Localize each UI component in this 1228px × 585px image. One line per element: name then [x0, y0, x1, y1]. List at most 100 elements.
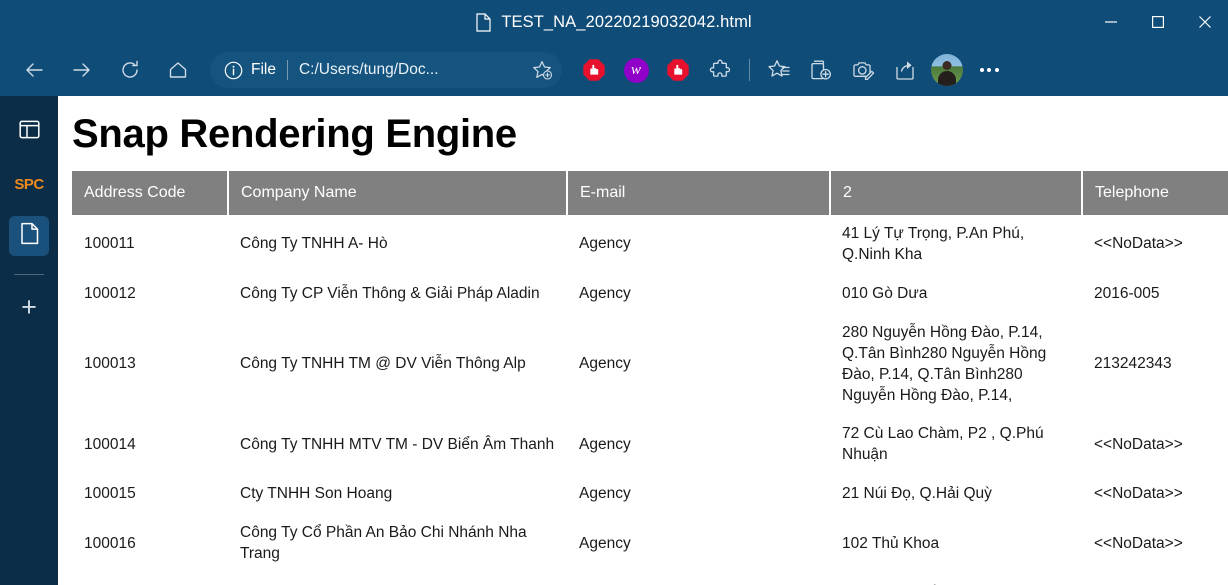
- column-header-address-code[interactable]: Address Code: [72, 171, 229, 215]
- table-header-row: Address Code Company Name E-mail 2 Telep…: [72, 171, 1228, 215]
- plus-icon: +: [21, 291, 37, 322]
- window-title: TEST_NA_20220219032042.html: [501, 12, 752, 31]
- cell-company-name: Công Ty TNHH MTV TM - DV Biển Âm Thanh: [240, 435, 555, 453]
- cell-address-code: 100011: [84, 235, 135, 253]
- cell-telephone: 2016-005: [1094, 284, 1160, 302]
- cell-telephone: 23423523: [1082, 574, 1228, 585]
- table-header: Address Code Company Name E-mail 2 Telep…: [72, 171, 1228, 215]
- cell-company-name: Công Ty TNHH TM @ DV Viễn Thông Alp: [240, 355, 526, 373]
- table-row[interactable]: 100017 ABFGDSFGSDFG Agency 901 Ngô Quyền…: [72, 574, 1228, 585]
- document-page-icon: [19, 222, 40, 250]
- cell-address: 102 Thủ Khoa: [842, 534, 940, 552]
- browser-window: TEST_NA_20220219032042.html File C:/User…: [0, 0, 1228, 585]
- table-body: 100011 Công Ty TNHH A- Hò Agency 41 Lý T…: [72, 215, 1228, 585]
- address-bar[interactable]: File C:/Users/tung/Doc...: [210, 52, 562, 88]
- extensions-puzzle-icon[interactable]: [700, 50, 740, 90]
- cell-email: Agency: [579, 435, 631, 453]
- info-icon[interactable]: [222, 59, 244, 81]
- sidebar-item-document[interactable]: [9, 216, 49, 256]
- page-title: Snap Rendering Engine: [72, 112, 517, 156]
- cell-address-code: 100017: [72, 574, 228, 585]
- adblock-plus-stop-icon[interactable]: [658, 50, 698, 90]
- browser-toolbar: File C:/Users/tung/Doc... w: [0, 44, 1228, 96]
- extension-icons: w: [574, 50, 1009, 90]
- avatar-body: [938, 71, 956, 86]
- document-icon: [476, 12, 491, 32]
- cell-telephone: <<NoData>>: [1094, 485, 1183, 503]
- sidebar-add-button[interactable]: +: [9, 287, 49, 327]
- cell-address: 41 Lý Tự Trọng, P.An Phú, Q.Ninh Kha: [842, 225, 1025, 263]
- sidebar-item-split-screen[interactable]: [9, 112, 49, 152]
- cell-email: Agency: [579, 534, 631, 552]
- page-content: Snap Rendering Engine Address Code Compa…: [58, 96, 1228, 585]
- cell-address-code: 100012: [84, 284, 136, 302]
- cell-company-name: Cty TNHH Son Hoang: [240, 485, 393, 503]
- ellipsis-icon: [979, 68, 999, 72]
- cell-address-code: 100014: [84, 435, 136, 453]
- spc-app-icon: SPC: [14, 175, 44, 193]
- settings-more-button[interactable]: [969, 50, 1009, 90]
- forward-button[interactable]: [62, 50, 102, 90]
- cell-telephone: <<NoData>>: [1094, 235, 1183, 253]
- wappalyzer-icon[interactable]: w: [616, 50, 656, 90]
- avatar-head: [942, 61, 952, 70]
- table-row[interactable]: 100014 Công Ty TNHH MTV TM - DV Biển Âm …: [72, 415, 1228, 475]
- cell-email: Agency: [579, 485, 631, 503]
- close-button[interactable]: [1181, 0, 1228, 44]
- cell-company-name: Công Ty CP Viễn Thông & Giải Pháp Aladin: [240, 284, 540, 302]
- title-bar: TEST_NA_20220219032042.html: [0, 0, 1228, 44]
- share-icon[interactable]: [885, 50, 925, 90]
- toolbar-divider: [749, 59, 750, 81]
- window-body: SPC + Snap Rendering Engine Address Code…: [0, 96, 1228, 585]
- refresh-button[interactable]: [110, 50, 150, 90]
- favorites-icon[interactable]: [759, 50, 799, 90]
- column-header-email[interactable]: E-mail: [567, 171, 831, 215]
- cell-email: Agency: [579, 235, 631, 253]
- cell-address: 010 Gò Dưa: [842, 284, 928, 302]
- cell-address-code: 100013: [84, 355, 136, 373]
- adblock-stop-icon[interactable]: [574, 50, 614, 90]
- home-button[interactable]: [158, 50, 198, 90]
- add-favorite-star-icon[interactable]: [528, 56, 556, 84]
- web-capture-icon[interactable]: [843, 50, 883, 90]
- app-sidebar: SPC +: [0, 96, 58, 585]
- table-row[interactable]: 100015 Cty TNHH Son Hoang Agency 21 Núi …: [72, 475, 1228, 514]
- avatar: [931, 54, 963, 86]
- cell-email: Agency: [567, 574, 830, 585]
- cell-address: 72 Cù Lao Chàm, P2 , Q.Phú Nhuận: [842, 425, 1044, 464]
- cell-address: 280 Nguyễn Hồng Đào, P.14, Q.Tân Bình280…: [842, 323, 1047, 404]
- address-url-text[interactable]: C:/Users/tung/Doc...: [299, 61, 528, 79]
- sidebar-item-spc[interactable]: SPC: [9, 164, 49, 204]
- table-row[interactable]: 100011 Công Ty TNHH A- Hò Agency 41 Lý T…: [72, 215, 1228, 275]
- company-table: Address Code Company Name E-mail 2 Telep…: [72, 171, 1228, 585]
- window-controls: [1087, 0, 1228, 44]
- maximize-button[interactable]: [1134, 0, 1181, 44]
- back-button[interactable]: [14, 50, 54, 90]
- split-screen-icon: [18, 119, 40, 145]
- column-header-company-name[interactable]: Company Name: [228, 171, 568, 215]
- cell-telephone: <<NoData>>: [1094, 435, 1183, 453]
- collections-icon[interactable]: [801, 50, 841, 90]
- wappalyzer-glyph: w: [623, 57, 649, 83]
- table-row[interactable]: 100012 Công Ty CP Viễn Thông & Giải Pháp…: [72, 275, 1228, 314]
- cell-address: 901 Ngô Quyền, Lạng Sơn: [830, 574, 1082, 585]
- cell-email: Agency: [579, 284, 631, 302]
- table-row[interactable]: 100013 Công Ty TNHH TM @ DV Viễn Thông A…: [72, 314, 1228, 416]
- column-header-2[interactable]: 2: [830, 171, 1083, 215]
- cell-company-name: Công Ty TNHH A- Hò: [240, 235, 388, 253]
- cell-company-name: Công Ty Cổ Phần An Bảo Chi Nhánh Nha Tra…: [240, 524, 527, 563]
- cell-telephone: <<NoData>>: [1094, 534, 1183, 552]
- profile-avatar[interactable]: [927, 50, 967, 90]
- cell-address-code: 100016: [84, 534, 136, 552]
- table-row[interactable]: 100016 Công Ty Cổ Phần An Bảo Chi Nhánh …: [72, 514, 1228, 574]
- address-scheme-label: File: [251, 61, 276, 78]
- cell-address-code: 100015: [84, 485, 136, 503]
- sidebar-divider: [14, 274, 44, 275]
- window-title-group: TEST_NA_20220219032042.html: [0, 13, 1228, 32]
- cell-telephone: 213242343: [1094, 355, 1172, 373]
- cell-email: Agency: [579, 355, 631, 373]
- minimize-button[interactable]: [1087, 0, 1134, 44]
- cell-address: 21 Núi Đọ, Q.Hải Quỳ: [842, 485, 992, 503]
- address-divider: [286, 60, 288, 80]
- column-header-telephone[interactable]: Telephone: [1082, 171, 1228, 215]
